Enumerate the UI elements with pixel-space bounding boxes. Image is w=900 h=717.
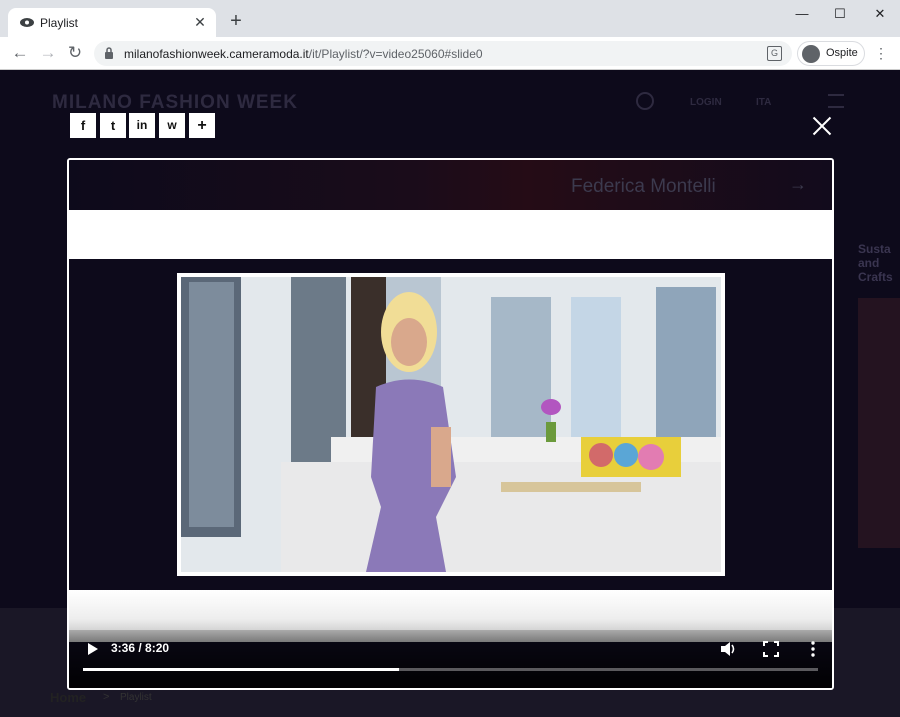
play-icon[interactable] bbox=[85, 642, 99, 656]
minimize-button[interactable]: — bbox=[784, 4, 820, 24]
video-frame[interactable] bbox=[177, 273, 725, 576]
video-progress-fill bbox=[83, 668, 400, 671]
profile-button[interactable]: Ospite bbox=[797, 41, 865, 66]
linkedin-share-button[interactable]: in bbox=[129, 113, 155, 138]
site-language-selector: ITA bbox=[756, 97, 772, 108]
slide-header: Federica Montelli → bbox=[69, 160, 832, 210]
browser-menu-icon[interactable]: ⋮ bbox=[873, 45, 889, 61]
window-close-button[interactable]: ✕ bbox=[862, 4, 898, 24]
breadcrumb-separator: > bbox=[103, 691, 110, 703]
video-player[interactable]: 3:36 / 8:20 bbox=[69, 210, 832, 688]
reload-icon[interactable]: ↻ bbox=[63, 41, 87, 65]
browser-tab[interactable]: Playlist ✕ bbox=[8, 8, 216, 37]
video-controls-shade bbox=[69, 630, 832, 688]
address-bar[interactable]: milanofashionweek.cameramoda.it/it/Playl… bbox=[94, 41, 792, 66]
tab-close-icon[interactable]: ✕ bbox=[192, 14, 208, 30]
more-share-button[interactable]: + bbox=[189, 113, 215, 138]
breadcrumb-current: Playlist bbox=[120, 692, 152, 703]
video-letterbox-top bbox=[69, 210, 832, 259]
side-teaser-text: Susta and Crafts bbox=[858, 242, 893, 284]
next-slide-icon[interactable]: → bbox=[789, 174, 807, 195]
more-options-icon[interactable] bbox=[804, 640, 822, 658]
tab-strip: Playlist ✕ + — ☐ ✕ bbox=[0, 0, 900, 37]
new-tab-button[interactable]: + bbox=[226, 11, 246, 31]
weibo-share-button[interactable]: w bbox=[159, 113, 185, 138]
url-domain: milanofashionweek.cameramoda.it bbox=[124, 47, 309, 61]
facebook-share-button[interactable]: f bbox=[70, 113, 96, 138]
url-text: milanofashionweek.cameramoda.it/it/Playl… bbox=[124, 47, 483, 61]
site-menu-icon bbox=[828, 94, 844, 108]
translate-icon[interactable]: G bbox=[767, 46, 782, 61]
avatar bbox=[802, 45, 820, 63]
tab-title: Playlist bbox=[40, 16, 79, 30]
url-path: /it/Playlist/?v=video25060#slide0 bbox=[308, 47, 483, 61]
modal-close-icon[interactable] bbox=[810, 114, 834, 138]
browser-toolbar: ← → ↻ milanofashionweek.cameramoda.it/it… bbox=[0, 37, 900, 70]
site-logo: MILANO FASHION WEEK bbox=[52, 92, 298, 113]
breadcrumb-home: Home bbox=[50, 690, 87, 705]
lock-icon bbox=[105, 47, 113, 59]
site-login-link: LOGIN bbox=[690, 97, 722, 108]
slide-title: Federica Montelli bbox=[571, 176, 716, 197]
eye-icon bbox=[20, 18, 34, 27]
video-modal: Federica Montelli → 3:36 / 8:20 bbox=[67, 158, 834, 690]
video-still-image bbox=[181, 277, 721, 572]
volume-icon[interactable] bbox=[719, 640, 737, 658]
video-time: 3:36 / 8:20 bbox=[111, 641, 170, 655]
twitter-share-button[interactable]: t bbox=[100, 113, 126, 138]
side-teaser-image bbox=[858, 298, 900, 548]
forward-icon[interactable]: → bbox=[36, 41, 60, 65]
back-icon[interactable]: ← bbox=[8, 41, 32, 65]
video-progress-bar[interactable] bbox=[83, 668, 818, 671]
profile-label: Ospite bbox=[826, 47, 858, 59]
fullscreen-icon[interactable] bbox=[762, 640, 780, 658]
site-search-icon bbox=[636, 92, 654, 110]
maximize-button[interactable]: ☐ bbox=[822, 4, 858, 24]
